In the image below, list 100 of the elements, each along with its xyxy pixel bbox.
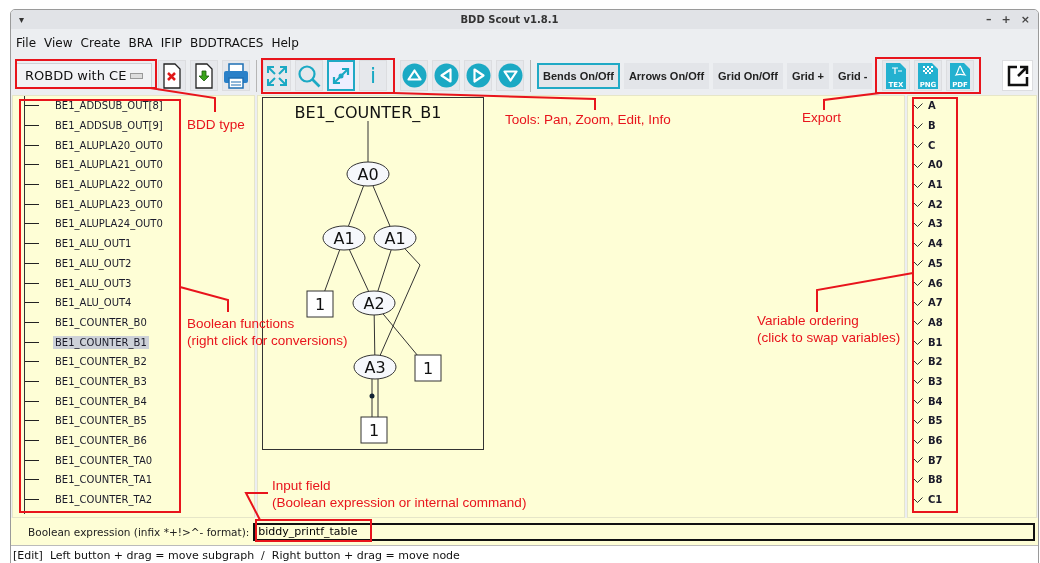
menu-item[interactable]: Create (80, 34, 121, 51)
function-item[interactable]: BE1_ALU_OUT2 (53, 256, 134, 270)
move-down-button[interactable] (496, 60, 524, 91)
node-label: 1 (422, 359, 434, 378)
toggle-button[interactable]: Grid + (786, 62, 830, 89)
expand-arrows-icon (265, 63, 289, 88)
chevron-down-icon (912, 319, 923, 326)
chevron-down-icon (912, 476, 923, 483)
terminal-node[interactable] (306, 290, 334, 318)
function-item[interactable]: BE1_COUNTER_TA1 (53, 473, 155, 487)
tree-line-icon (25, 400, 39, 402)
chevron-down-icon (912, 201, 923, 208)
variable-item[interactable]: B6 (928, 435, 943, 447)
triangle-down-icon (497, 63, 523, 88)
function-item[interactable]: BE1_ALUPLA22_OUT0 (53, 178, 165, 192)
function-item[interactable]: BE1_COUNTER_B3 (53, 374, 149, 388)
chevron-down-icon (912, 240, 923, 247)
variable-item[interactable]: B (928, 120, 936, 132)
expression-input-field[interactable]: biddy_printf_table (253, 522, 1035, 541)
function-item[interactable]: BE1_ADDSUB_OUT[8] (53, 99, 165, 113)
window-menu-button[interactable]: ▾ (19, 14, 33, 25)
printer-icon (223, 62, 249, 89)
variable-item[interactable]: C (928, 139, 936, 151)
toggle-button[interactable]: Arrows On/Off (623, 62, 710, 89)
toolbar-button[interactable] (190, 60, 218, 91)
menu-item[interactable]: View (44, 34, 73, 51)
variable-item[interactable]: A2 (928, 198, 943, 210)
bdd-type-dropdown[interactable]: ROBDD with CE (16, 62, 152, 89)
function-item[interactable]: BE1_ALU_OUT4 (53, 296, 134, 310)
chevron-down-icon (912, 339, 923, 346)
variable-item[interactable]: C1 (928, 494, 943, 506)
variable-item[interactable]: B5 (928, 415, 943, 427)
function-item[interactable]: BE1_COUNTER_B2 (53, 355, 149, 369)
move-up-button[interactable] (400, 60, 428, 91)
detach-button[interactable] (1002, 60, 1033, 91)
terminal-node[interactable] (360, 416, 388, 444)
window-control-button[interactable]: × (1020, 13, 1030, 26)
variable-item[interactable]: A (928, 100, 936, 112)
variable-item[interactable]: A3 (928, 218, 943, 230)
function-item[interactable]: BE1_COUNTER_B4 (53, 394, 149, 408)
chevron-down-icon (912, 161, 923, 168)
tree-line-icon (25, 341, 39, 343)
variable-item[interactable]: B3 (928, 375, 943, 387)
menu-item[interactable]: File (16, 34, 37, 51)
variable-item[interactable]: A1 (928, 179, 943, 191)
tree-line-icon (25, 105, 39, 107)
tree-line-icon (25, 440, 39, 442)
variable-item[interactable]: A4 (928, 238, 943, 250)
tree-line-icon (25, 164, 39, 166)
function-item[interactable]: BE1_COUNTER_B1 (53, 335, 149, 349)
menu-item[interactable]: BRA (128, 34, 153, 51)
node-label: 1 (368, 421, 380, 440)
menu-item[interactable]: BDDTRACES (189, 34, 264, 51)
terminal-node[interactable] (414, 354, 442, 382)
function-item[interactable]: BE1_ALUPLA23_OUT0 (53, 197, 165, 211)
toggle-button[interactable]: Grid On/Off (713, 62, 783, 89)
variable-item[interactable]: A7 (928, 297, 943, 309)
variable-node[interactable] (353, 354, 397, 380)
move-left-button[interactable] (432, 60, 460, 91)
variable-item[interactable]: A0 (928, 159, 943, 171)
function-item[interactable]: BE1_COUNTER_B6 (53, 434, 149, 448)
window-control-button[interactable]: + (1001, 13, 1011, 26)
toolbar-button[interactable] (158, 60, 186, 91)
variable-item[interactable]: A8 (928, 316, 943, 328)
function-item[interactable]: BE1_ALU_OUT1 (53, 237, 134, 251)
node-label: A2 (363, 294, 385, 313)
variable-item[interactable]: B8 (928, 474, 943, 486)
window-control-button[interactable]: – (986, 13, 992, 26)
function-item[interactable]: BE1_COUNTER_TA0 (53, 453, 155, 467)
variable-item[interactable]: A6 (928, 277, 943, 289)
function-item[interactable]: BE1_ALUPLA21_OUT0 (53, 158, 165, 172)
variable-item[interactable]: A5 (928, 257, 943, 269)
variable-item[interactable]: B7 (928, 454, 943, 466)
menu-item[interactable]: IFIP (160, 34, 182, 51)
tree-line-icon (25, 459, 39, 461)
chevron-down-icon (912, 378, 923, 385)
function-item[interactable]: BE1_COUNTER_TA2 (53, 493, 155, 507)
move-right-button[interactable] (464, 60, 492, 91)
variable-item[interactable]: B1 (928, 336, 943, 348)
variable-item[interactable]: B2 (928, 356, 943, 368)
tree-line-icon (25, 380, 39, 382)
chevron-down-icon (912, 260, 923, 267)
variable-node[interactable] (373, 225, 417, 251)
tree-line-icon (25, 243, 39, 245)
toggle-button[interactable]: Grid - (833, 62, 873, 89)
toolbar-button[interactable] (222, 60, 250, 91)
variable-node[interactable] (322, 225, 366, 251)
function-item[interactable]: BE1_ADDSUB_OUT[9] (53, 119, 165, 133)
variable-node[interactable] (352, 290, 396, 316)
annotation-text: BDD type (187, 116, 245, 133)
function-item[interactable]: BE1_ALU_OUT3 (53, 276, 134, 290)
toggle-button[interactable]: Bends On/Off (537, 62, 620, 89)
function-item[interactable]: BE1_ALUPLA20_OUT0 (53, 138, 165, 152)
status-bar: [Edit] Left button + drag = move subgraph / Right button + drag = move node (11, 545, 1038, 563)
function-item[interactable]: BE1_ALUPLA24_OUT0 (53, 217, 165, 231)
menu-item[interactable]: Help (271, 34, 299, 51)
function-item[interactable]: BE1_COUNTER_B0 (53, 315, 149, 329)
function-item[interactable]: BE1_COUNTER_B5 (53, 414, 149, 428)
variable-node[interactable] (346, 161, 390, 187)
variable-item[interactable]: B4 (928, 395, 943, 407)
